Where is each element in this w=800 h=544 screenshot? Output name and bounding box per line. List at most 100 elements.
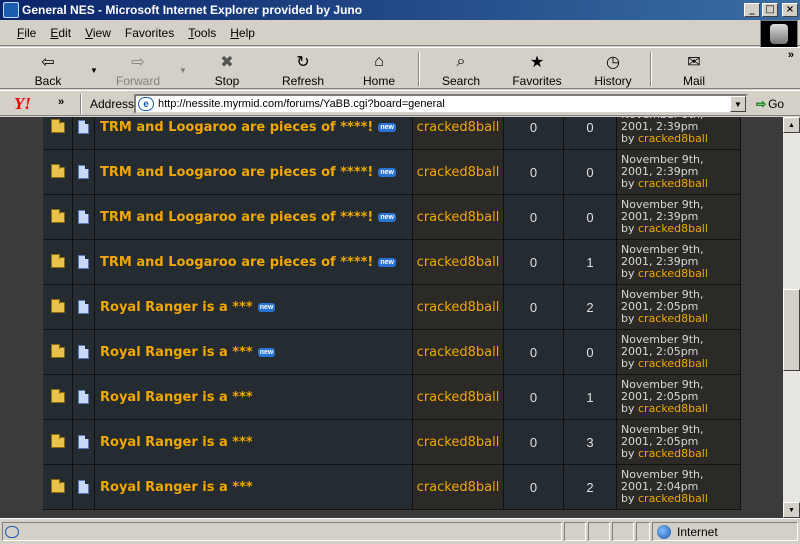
menu-favorites[interactable]: Favorites bbox=[118, 26, 181, 40]
back-button[interactable]: ⇦ Back bbox=[22, 50, 74, 88]
scroll-down-button[interactable]: ▼ bbox=[783, 502, 800, 518]
forward-dropdown-icon[interactable]: ▼ bbox=[179, 66, 187, 75]
thread-subject-link[interactable]: Royal Ranger is a *** bbox=[100, 435, 253, 450]
folder-icon bbox=[50, 298, 65, 313]
menu-edit[interactable]: Edit bbox=[43, 26, 78, 40]
thread-last-post: November 9th, 2001, 2:05pm by cracked8ball bbox=[617, 375, 741, 419]
thread-replies: 0 bbox=[504, 240, 564, 284]
refresh-icon: ↻ bbox=[296, 54, 310, 71]
menu-file[interactable]: File bbox=[10, 26, 43, 40]
thread-subject-link[interactable]: TRM and Loogaroo are pieces of ****! bbox=[100, 255, 373, 270]
document-icon bbox=[78, 165, 89, 179]
thread-starter-link[interactable]: cracked8ball bbox=[417, 300, 500, 315]
thread-subject-link[interactable]: Royal Ranger is a *** bbox=[100, 480, 253, 495]
thread-subject-link[interactable]: Royal Ranger is a *** bbox=[100, 390, 253, 405]
last-post-author: by cracked8ball bbox=[621, 177, 708, 190]
thread-folder-cell bbox=[43, 240, 73, 284]
thread-starter-link[interactable]: cracked8ball bbox=[417, 390, 500, 405]
close-button[interactable]: × bbox=[782, 3, 798, 17]
folder-icon bbox=[50, 388, 65, 403]
menu-view[interactable]: View bbox=[78, 26, 118, 40]
thread-last-post: November 9th,2001, 2:39pmby cracked8ball bbox=[617, 195, 741, 239]
thread-views: 1 bbox=[564, 375, 617, 419]
logo-icon bbox=[770, 24, 788, 44]
search-button[interactable]: ⌕ Search bbox=[436, 50, 486, 88]
thread-starter-link[interactable]: cracked8ball bbox=[417, 480, 500, 495]
thread-icon-cell bbox=[73, 330, 95, 374]
last-post-author-link[interactable]: cracked8ball bbox=[638, 267, 708, 280]
status-pane bbox=[564, 522, 586, 541]
thread-folder-cell bbox=[43, 375, 73, 419]
menu-tools[interactable]: Tools bbox=[181, 26, 223, 40]
new-badge-icon: new bbox=[378, 167, 396, 177]
scroll-up-button[interactable]: ▲ bbox=[783, 117, 800, 133]
last-post-author-link[interactable]: cracked8ball bbox=[638, 357, 708, 370]
refresh-button[interactable]: ↻ Refresh bbox=[278, 50, 328, 88]
address-url[interactable]: http://nessite.myrmid.com/forums/YaBB.cg… bbox=[158, 98, 730, 110]
thread-starter-cell: cracked8ball bbox=[413, 240, 504, 284]
thread-folder-cell bbox=[43, 330, 73, 374]
last-post-author-link[interactable]: cracked8ball bbox=[638, 447, 708, 460]
thread-replies: 0 bbox=[504, 420, 564, 464]
page-content: TRM and Loogaroo are pieces of ****! new c… bbox=[0, 117, 783, 518]
maximize-button[interactable]: □ bbox=[762, 3, 778, 17]
thread-views: 0 bbox=[564, 117, 617, 149]
minimize-button[interactable]: _ bbox=[744, 3, 760, 17]
yahoo-more-chevron-icon[interactable]: » bbox=[58, 96, 64, 108]
page-loaded-icon bbox=[5, 525, 19, 538]
thread-subject-cell: TRM and Loogaroo are pieces of ****! new bbox=[95, 117, 413, 149]
folder-icon bbox=[50, 118, 65, 133]
thread-starter-cell: cracked8ball bbox=[413, 117, 504, 149]
thread-replies: 0 bbox=[504, 195, 564, 239]
thread-icon-cell bbox=[73, 150, 95, 194]
mail-icon: ✉ bbox=[687, 54, 701, 71]
last-post-author-link[interactable]: cracked8ball bbox=[638, 312, 708, 325]
thread-starter-link[interactable]: cracked8ball bbox=[417, 210, 500, 225]
last-post-author-link[interactable]: cracked8ball bbox=[638, 222, 708, 235]
vertical-scrollbar[interactable]: ▲ ▼ bbox=[783, 117, 800, 518]
new-badge-icon: new bbox=[378, 212, 396, 222]
status-bar: Internet bbox=[0, 518, 800, 544]
thread-starter-link[interactable]: cracked8ball bbox=[417, 255, 500, 270]
status-text-pane bbox=[2, 522, 562, 541]
thread-subject-link[interactable]: TRM and Loogaroo are pieces of ****! bbox=[100, 210, 373, 225]
thread-subject-link[interactable]: Royal Ranger is a *** bbox=[100, 345, 253, 360]
thread-folder-cell bbox=[43, 150, 73, 194]
last-post-author: by cracked8ball bbox=[621, 267, 708, 280]
scroll-thumb[interactable] bbox=[783, 289, 800, 371]
folder-icon bbox=[50, 208, 65, 223]
menu-help[interactable]: Help bbox=[223, 26, 262, 40]
address-dropdown-button[interactable]: ▼ bbox=[730, 96, 746, 112]
favorites-button[interactable]: ★ Favorites bbox=[508, 50, 566, 88]
home-button[interactable]: ⌂ Home bbox=[356, 50, 402, 88]
forward-button[interactable]: ⇨ Forward bbox=[110, 50, 166, 88]
mail-button[interactable]: ✉ Mail bbox=[668, 50, 720, 88]
thread-subject-link[interactable]: Royal Ranger is a *** bbox=[100, 300, 253, 315]
thread-starter-link[interactable]: cracked8ball bbox=[417, 435, 500, 450]
history-button[interactable]: ◷ History bbox=[590, 50, 636, 88]
thread-subject-link[interactable]: TRM and Loogaroo are pieces of ****! bbox=[100, 165, 373, 180]
thread-subject-link[interactable]: TRM and Loogaroo are pieces of ****! bbox=[100, 120, 373, 135]
last-post-author-link[interactable]: cracked8ball bbox=[638, 177, 708, 190]
last-post-author-link[interactable]: cracked8ball bbox=[638, 492, 708, 505]
go-button[interactable]: ⇨ Go bbox=[756, 97, 784, 111]
favorites-icon: ★ bbox=[529, 54, 545, 71]
thread-row: Royal Ranger is a *** cracked8ball 0 1 Novem… bbox=[43, 375, 741, 420]
thread-subject-cell: Royal Ranger is a *** new bbox=[95, 330, 413, 374]
thread-subject-cell: TRM and Loogaroo are pieces of ****! new bbox=[95, 150, 413, 194]
thread-starter-link[interactable]: cracked8ball bbox=[417, 165, 500, 180]
yahoo-companion-button[interactable]: Y! bbox=[14, 94, 31, 114]
back-dropdown-icon[interactable]: ▼ bbox=[90, 66, 98, 75]
address-input[interactable]: e http://nessite.myrmid.com/forums/YaBB.… bbox=[134, 94, 748, 114]
last-post-author-link[interactable]: cracked8ball bbox=[638, 132, 708, 145]
last-post-author-link[interactable]: cracked8ball bbox=[638, 402, 708, 415]
stop-button[interactable]: ✖ Stop bbox=[204, 50, 250, 88]
thread-row: Royal Ranger is a *** cracked8ball 0 3 Novem… bbox=[43, 420, 741, 465]
thread-starter-link[interactable]: cracked8ball bbox=[417, 120, 500, 135]
last-post-author: by cracked8ball bbox=[621, 402, 708, 415]
thread-views: 2 bbox=[564, 285, 617, 329]
toolbar-more-chevron-icon[interactable]: » bbox=[788, 49, 794, 61]
thread-starter-link[interactable]: cracked8ball bbox=[417, 345, 500, 360]
thread-views: 3 bbox=[564, 420, 617, 464]
thread-last-post: November 9th, 2001, 2:05pm by cracked8ball bbox=[617, 285, 741, 329]
